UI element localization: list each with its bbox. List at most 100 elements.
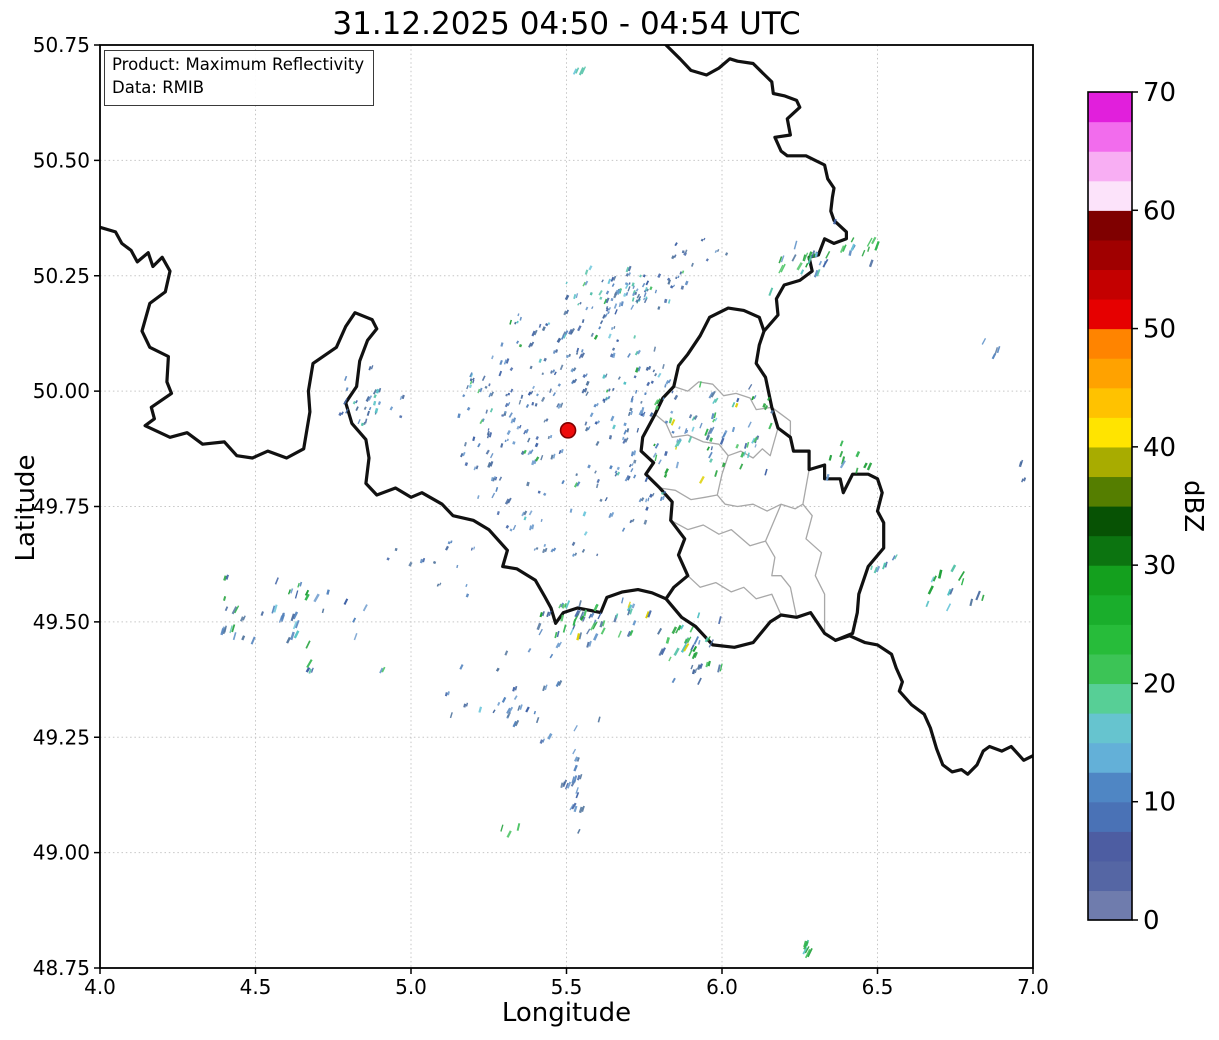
colorbar-segment (1088, 683, 1132, 714)
echo-speckle (674, 242, 678, 247)
colorbar-segment (1088, 860, 1132, 892)
echo-speckle (684, 249, 688, 254)
echo-speckle (507, 497, 512, 504)
echo-speckle (613, 303, 618, 309)
x-tick-label: 5.0 (395, 975, 427, 999)
echo-speckle (681, 250, 685, 254)
echo-speckle (633, 450, 637, 456)
echo-speckle (481, 375, 486, 382)
echo-speckle (825, 250, 831, 259)
echo-speckle (748, 383, 753, 390)
echo-speckle (937, 569, 943, 579)
echo-speckle (866, 237, 873, 247)
echo-speckle (578, 806, 583, 814)
echo-speckle (687, 436, 693, 443)
echo-speckle (573, 378, 578, 384)
echo-speckle (539, 739, 544, 744)
echo-speckle (602, 314, 606, 319)
echo-speckle (681, 270, 685, 274)
colorbar-segment (1088, 624, 1132, 655)
echo-speckle (495, 486, 499, 492)
echo-speckle (688, 414, 693, 419)
echo-speckle (381, 666, 386, 673)
echo-speckle (612, 275, 617, 281)
echo-speckle (563, 779, 568, 786)
echo-speckle (705, 661, 709, 668)
echo-speckle (523, 510, 528, 516)
echo-speckle (631, 463, 634, 467)
echo-speckle (608, 512, 613, 519)
echo-speckle (633, 335, 636, 339)
echo-cluster-south-scatter (444, 640, 601, 744)
echo-speckle (734, 402, 739, 408)
colorbar-tick-label: 0 (1143, 906, 1160, 936)
echo-speckle (602, 374, 606, 379)
echo-speckle (495, 667, 500, 672)
echo-speckle (519, 316, 522, 321)
echo-speckle (606, 389, 609, 393)
echo-speckle (450, 540, 453, 544)
echo-speckle (610, 415, 615, 422)
echo-speckle (293, 630, 300, 639)
echo-speckle (549, 388, 552, 393)
echo-speckle (526, 481, 530, 487)
echo-speckle (584, 426, 589, 432)
echo-speckle (344, 375, 348, 381)
echo-speckle (969, 598, 974, 607)
echo-speckle (629, 519, 633, 524)
y-tick-label: 49.50 (33, 610, 90, 634)
echo-speckle (582, 511, 587, 517)
x-tick-label: 4.5 (240, 975, 272, 999)
echo-speckle (538, 628, 543, 636)
echo-cluster-lux-north (640, 381, 774, 484)
colorbar-label: dBZ (1178, 480, 1208, 533)
echo-speckle (489, 452, 494, 459)
echo-speckle (866, 462, 873, 471)
echo-speckle (588, 265, 593, 271)
echo-speckle (605, 297, 610, 304)
echo-speckle (629, 407, 633, 412)
echo-cluster-ne-upper (671, 237, 729, 267)
echo-speckle (569, 628, 574, 636)
echo-speckle (508, 706, 514, 713)
echo-speckle (582, 374, 587, 378)
echo-speckle (663, 490, 667, 494)
echo-cluster-de-topright (848, 236, 880, 268)
echo-speckle (690, 664, 694, 670)
echo-speckle (636, 349, 641, 355)
echo-speckle (530, 341, 535, 347)
echo-speckle (569, 508, 573, 513)
echo-speckle (531, 401, 535, 406)
echo-speckle (651, 492, 655, 497)
echo-speckle (641, 282, 646, 288)
echo-speckle (541, 326, 546, 332)
district-border (764, 540, 798, 618)
echo-speckle (539, 611, 543, 618)
echo-speckle (353, 633, 358, 641)
echo-speckle (740, 451, 745, 458)
x-tick-label: 6.5 (862, 975, 894, 999)
echo-speckle (462, 394, 466, 398)
echo-speckle (665, 379, 670, 385)
echo-speckle (589, 412, 594, 418)
echo-speckle (632, 620, 637, 626)
echo-speckle (436, 583, 440, 587)
echo-speckle (863, 462, 868, 469)
echo-speckle (294, 590, 299, 599)
echo-speckle (850, 237, 855, 243)
echo-speckle (531, 524, 535, 530)
echo-speckle (649, 493, 653, 498)
echo-speckle (768, 287, 774, 296)
echo-speckle (523, 516, 527, 521)
echo-speckle (514, 321, 517, 325)
echo-speckle (575, 473, 578, 477)
echo-speckle (374, 407, 379, 414)
echo-speckle (848, 250, 852, 256)
colorbar-segment (1088, 180, 1132, 211)
echo-speckle (645, 498, 648, 503)
echo-speckle (703, 237, 706, 241)
echo-speckle (585, 373, 588, 377)
echo-speckle (518, 424, 522, 429)
echo-speckle (287, 589, 291, 595)
district-border (673, 381, 772, 411)
